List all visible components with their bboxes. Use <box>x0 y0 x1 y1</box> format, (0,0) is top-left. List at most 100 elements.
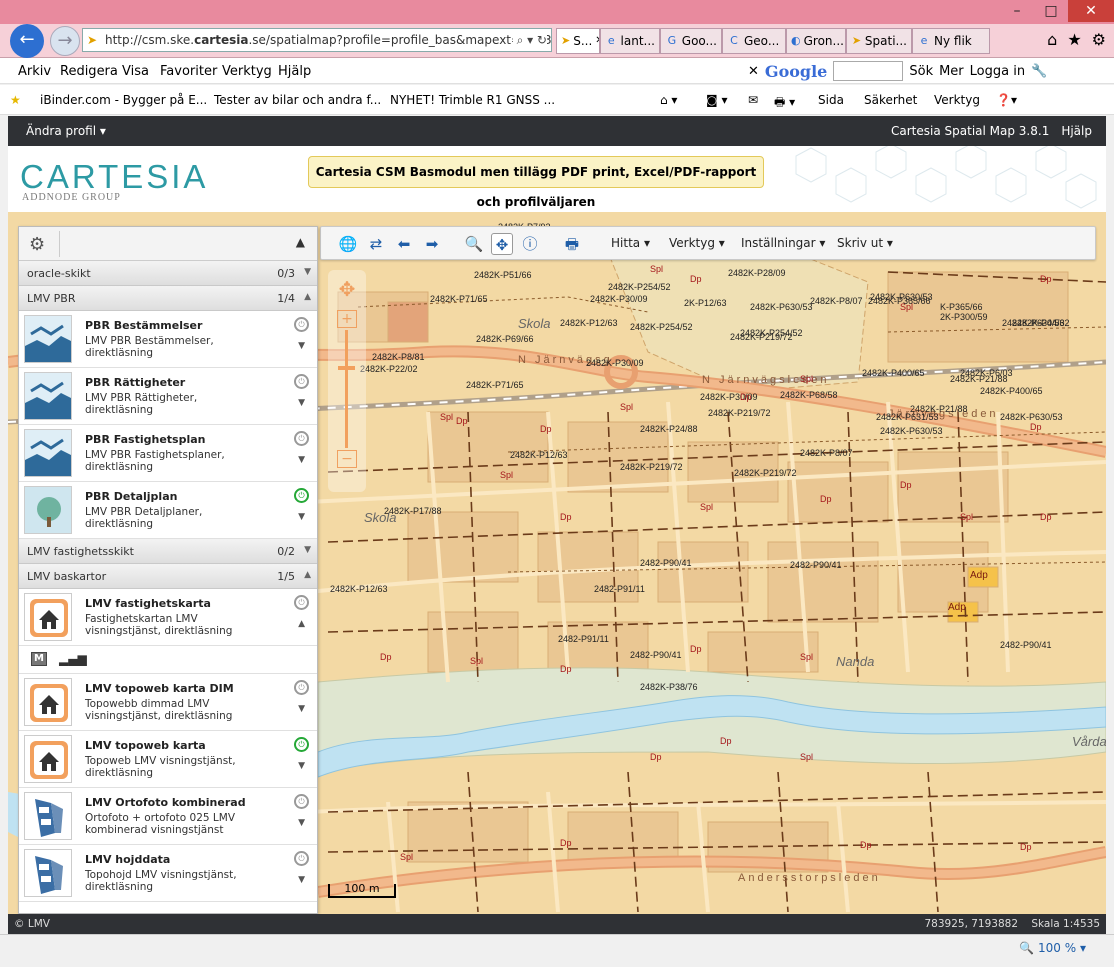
print-icon[interactable]: 🖶 ▾ <box>774 93 795 114</box>
chevron-down-icon[interactable]: ▼ <box>298 512 305 522</box>
mail-icon[interactable]: ✉ <box>748 93 758 107</box>
layer-power-toggle-icon[interactable]: ⏻ <box>294 317 309 332</box>
zoom-slider-track[interactable] <box>345 330 348 448</box>
layer-item[interactable]: PBR Rättigheter LMV PBR Rättigheter, dire… <box>19 368 317 425</box>
layer-item[interactable]: PBR Fastighetsplan LMV PBR Fastighetsplan… <box>19 425 317 482</box>
menu-favoriter[interactable]: Favoriter <box>160 64 217 79</box>
menu-visa[interactable]: Visa <box>122 64 149 79</box>
layer-group-header[interactable]: LMV fastighetsskikt 0/2 ▼ <box>19 539 317 564</box>
zoom-in-button[interactable]: + <box>337 310 357 328</box>
command-sakerhet[interactable]: Säkerhet <box>864 93 917 107</box>
collapse-panel-icon[interactable]: ▲ <box>296 235 305 249</box>
tab-3[interactable]: C Geo... <box>722 28 786 54</box>
menu-hjalp[interactable]: Hjälp <box>278 64 311 79</box>
minimize-icon[interactable]: – <box>1000 0 1034 22</box>
menu-redigera[interactable]: Redigera <box>60 64 118 79</box>
layer-group-header[interactable]: LMV PBR 1/4 ▲ <box>19 286 317 311</box>
layer-item[interactable]: LMV Ortofoto kombinerad Ortofoto + ortofo… <box>19 788 317 845</box>
google-search-button[interactable]: Sök <box>909 64 933 79</box>
address-bar[interactable]: ➤ http://csm.ske.cartesia.se/spatialmap?… <box>82 28 552 52</box>
favorite-link-tester[interactable]: Tester av bilar och andra f... <box>214 93 381 107</box>
forward-button[interactable]: → <box>50 26 80 56</box>
previous-view-icon[interactable]: ⬅ <box>393 233 415 255</box>
toolbar-menu-verktyg[interactable]: Verktyg ▾ <box>669 236 725 250</box>
tab-4[interactable]: ◐ Gron... <box>786 28 846 54</box>
google-login-button[interactable]: Logga in <box>970 64 1025 79</box>
google-search-input[interactable] <box>833 61 904 81</box>
tab-6[interactable]: e Ny flik <box>912 28 990 54</box>
home-icon[interactable]: ⌂ <box>1047 30 1057 49</box>
chevron-down-icon[interactable]: ▼ <box>298 341 305 351</box>
layer-power-toggle-icon[interactable]: ⏻ <box>294 374 309 389</box>
command-verktyg[interactable]: Verktyg <box>934 93 980 107</box>
favorites-star-icon[interactable]: ★ <box>10 93 21 107</box>
chevron-down-icon[interactable]: ▼ <box>298 398 305 408</box>
google-more-button[interactable]: Mer <box>939 64 964 79</box>
favorite-link-trimble[interactable]: NYHET! Trimble R1 GNSS ... <box>390 93 555 107</box>
chevron-down-icon[interactable]: ▼ <box>298 761 305 771</box>
help-icon[interactable]: ❓▾ <box>996 93 1017 107</box>
layer-item[interactable]: LMV topoweb karta Topoweb LMV visningstjä… <box>19 731 317 788</box>
pan-icon[interactable]: ✥ <box>334 276 360 302</box>
layer-power-toggle-icon[interactable]: ⏻ <box>294 680 309 695</box>
close-icon[interactable]: ✕ <box>1068 0 1114 22</box>
layer-power-toggle-icon[interactable]: ⏻ <box>294 595 309 610</box>
print-tool-icon[interactable]: 🖶 <box>561 233 583 255</box>
info-icon[interactable]: ⓘ <box>519 233 541 255</box>
pan-tool-icon[interactable]: ✥ <box>491 233 513 255</box>
address-bar-icons[interactable]: ⌕ ▾ ↻ <box>512 29 547 51</box>
chevron-down-icon[interactable]: ▼ <box>298 875 305 885</box>
change-profile-menu[interactable]: Ändra profil ▾ <box>26 124 106 138</box>
tab-2[interactable]: G Goo... <box>660 28 722 54</box>
layer-group-header[interactable]: LMV baskartor 1/5 ▲ <box>19 564 317 589</box>
menu-verktyg[interactable]: Verktyg <box>222 64 272 79</box>
home-command-icon[interactable]: ⌂ ▾ <box>660 93 677 107</box>
maximize-icon[interactable]: □ <box>1034 0 1068 22</box>
zoom-slider-handle[interactable] <box>338 366 355 370</box>
tab-0[interactable]: ➤S...✕ <box>556 28 600 54</box>
tab-1[interactable]: e lant... <box>600 28 660 54</box>
transparency-bars-icon[interactable]: ▂▄▆ <box>59 652 87 666</box>
chevron-up-icon[interactable]: ▲ <box>304 570 311 580</box>
browser-zoom[interactable]: 🔍 100 % ▾ <box>1019 941 1086 955</box>
chevron-down-icon[interactable]: ▼ <box>298 818 305 828</box>
layer-item[interactable]: LMV topoweb karta DIM Topowebb dimmad LMV… <box>19 674 317 731</box>
chevron-up-icon[interactable]: ▲ <box>304 292 311 302</box>
layer-group-header[interactable]: oracle-skikt 0/3 ▼ <box>19 261 317 286</box>
metadata-button[interactable]: M <box>31 652 47 666</box>
chevron-down-icon[interactable]: ▼ <box>298 455 305 465</box>
help-link[interactable]: Hjälp <box>1061 124 1092 138</box>
layer-item[interactable]: LMV hojddata Topohojd LMV visningstjänst,… <box>19 845 317 902</box>
toolbar-menu-installningar[interactable]: Inställningar ▾ <box>741 236 825 250</box>
chevron-down-icon[interactable]: ▼ <box>304 267 311 277</box>
chevron-down-icon[interactable]: ▼ <box>304 545 311 555</box>
layer-power-toggle-icon[interactable]: ⏻ <box>294 431 309 446</box>
layer-power-toggle-icon[interactable]: ⏻ <box>294 737 309 752</box>
wrench-icon[interactable]: 🔧 <box>1031 64 1047 79</box>
command-sida[interactable]: Sida <box>818 93 844 107</box>
favorites-star-icon[interactable]: ★ <box>1067 30 1081 49</box>
toolbar-menu-hitta[interactable]: Hitta ▾ <box>611 236 650 250</box>
settings-gear-icon[interactable]: ⚙ <box>29 234 45 255</box>
favorite-link-ibinder[interactable]: iBinder.com - Bygger på E... <box>40 93 207 107</box>
globe-icon[interactable]: 🌐 <box>337 233 359 255</box>
toolbar-menu-skriv-ut[interactable]: Skriv ut ▾ <box>837 236 893 250</box>
layer-item[interactable]: LMV fastighetskarta Fastighetskartan LMV … <box>19 589 317 646</box>
layer-item[interactable]: PBR Bestämmelser LMV PBR Bestämmelser, di… <box>19 311 317 368</box>
next-view-icon[interactable]: ➡ <box>421 233 443 255</box>
feeds-icon[interactable]: ◙ ▾ <box>706 93 727 107</box>
layer-power-toggle-icon[interactable]: ⏻ <box>294 488 309 503</box>
chevron-up-icon[interactable]: ▲ <box>298 619 305 629</box>
chevron-down-icon[interactable]: ▼ <box>298 704 305 714</box>
menu-arkiv[interactable]: Arkiv <box>18 64 51 79</box>
zoom-out-button[interactable]: − <box>337 450 357 468</box>
close-toolbar-icon[interactable]: ✕ <box>748 64 759 79</box>
layer-power-toggle-icon[interactable]: ⏻ <box>294 851 309 866</box>
refresh-icon[interactable]: ⇄ <box>365 233 387 255</box>
back-button[interactable]: ← <box>10 24 44 58</box>
layer-item[interactable]: PBR Detaljplan LMV PBR Detaljplaner, dire… <box>19 482 317 539</box>
settings-gear-icon[interactable]: ⚙ <box>1092 30 1106 49</box>
layer-power-toggle-icon[interactable]: ⏻ <box>294 794 309 809</box>
tab-5[interactable]: ➤ Spati... <box>846 28 912 54</box>
zoom-tool-icon[interactable]: 🔍 <box>463 233 485 255</box>
